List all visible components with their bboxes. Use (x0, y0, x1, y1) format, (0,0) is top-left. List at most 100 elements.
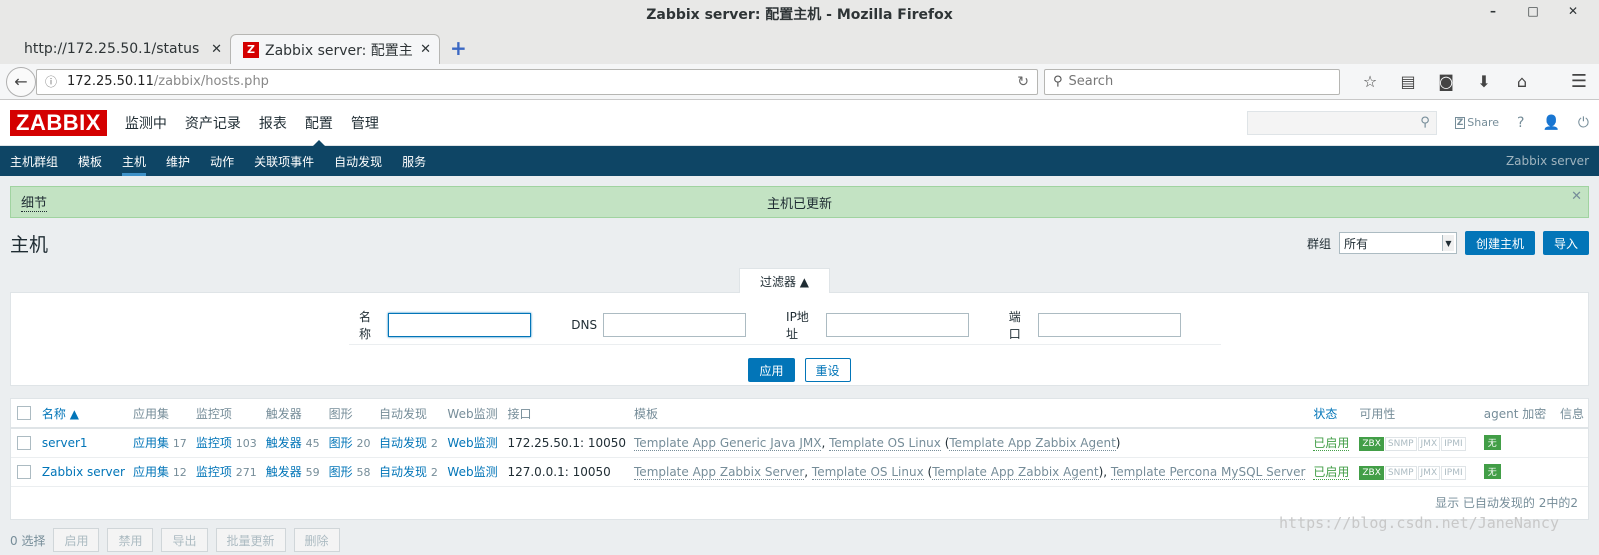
close-icon[interactable]: ✕ (1571, 189, 1582, 204)
back-button[interactable]: ← (6, 66, 36, 97)
reading-list-icon[interactable]: ▤ (1396, 72, 1420, 91)
filter-dns-input[interactable] (603, 312, 747, 337)
menu-configuration[interactable]: 配置 (305, 100, 333, 147)
row-checkbox[interactable] (17, 464, 31, 479)
applications-count: 17 (172, 437, 187, 451)
template-link[interactable]: Template App Zabbix Agent (932, 464, 1099, 480)
download-icon[interactable]: ⬇ (1472, 72, 1496, 91)
template-link[interactable]: Template App Zabbix Agent (949, 435, 1116, 451)
new-tab-button[interactable]: + (440, 36, 477, 64)
host-name-link[interactable]: Zabbix server (42, 465, 125, 479)
select-all-checkbox[interactable] (17, 406, 31, 421)
menu-icon[interactable]: ☰ (1571, 71, 1593, 92)
global-search-input[interactable]: ⚲ (1246, 110, 1437, 135)
template-link[interactable]: Template OS Linux (829, 435, 941, 451)
encryption-badge: 无 (1483, 435, 1501, 451)
tab-zabbix[interactable]: Z Zabbix server: 配置主... ✕ (230, 34, 440, 64)
group-label: 群组 (1306, 236, 1331, 251)
disable-button[interactable]: 禁用 (107, 528, 154, 552)
delete-button[interactable]: 删除 (293, 528, 340, 552)
filter-ip-input[interactable] (825, 312, 969, 337)
submenu-hosts[interactable]: 主机 (122, 146, 147, 176)
search-icon[interactable]: ⚲ (1420, 115, 1430, 130)
web-link[interactable]: Web监测 (447, 436, 497, 450)
close-icon[interactable]: ✕ (420, 42, 431, 57)
applications-count: 12 (172, 466, 187, 479)
items-link[interactable]: 监控项 (196, 436, 232, 450)
submenu-discovery[interactable]: 自动发现 (334, 146, 382, 176)
menu-inventory[interactable]: 资产记录 (185, 100, 241, 146)
create-host-button[interactable]: 创建主机 (1464, 231, 1535, 255)
web-link[interactable]: Web监测 (447, 465, 497, 479)
discovery-cell: 自动发现 2 (375, 428, 444, 458)
col-status[interactable]: 状态 (1309, 399, 1356, 429)
discovery-link[interactable]: 自动发现 (379, 465, 427, 479)
enable-button[interactable]: 启用 (53, 528, 100, 552)
window-close-button[interactable]: ✕ (1561, 4, 1585, 18)
maximize-button[interactable]: □ (1521, 4, 1545, 18)
share-link[interactable]: Z Share (1454, 116, 1499, 129)
row-checkbox[interactable] (17, 436, 31, 450)
tab-status[interactable]: http://172.25.50.1/status ✕ (12, 34, 230, 64)
navigation-bar: ← ⓘ 172.25.50.11/zabbix/hosts.php ↻ ⚲ Se… (0, 64, 1599, 100)
graphs-link[interactable]: 图形 (329, 465, 353, 479)
menu-reports[interactable]: 报表 (259, 100, 287, 146)
import-button[interactable]: 导入 (1542, 231, 1589, 255)
col-applications: 应用集 (128, 399, 192, 429)
host-name-link[interactable]: server1 (42, 436, 88, 450)
minimize-button[interactable]: – (1481, 4, 1505, 18)
table-header-row: 名称 ▲ 应用集 监控项 触发器 图形 自动发现 Web监测 接口 模板 状态 … (11, 399, 1588, 429)
search-icon: ⚲ (1053, 74, 1063, 89)
bookmark-star-icon[interactable]: ☆ (1358, 72, 1382, 91)
graphs-link[interactable]: 图形 (329, 436, 353, 450)
apply-button[interactable]: 应用 (748, 358, 795, 382)
submenu-actions[interactable]: 动作 (210, 146, 234, 176)
submenu-templates[interactable]: 模板 (78, 146, 102, 176)
items-cell: 监控项 103 (191, 428, 262, 458)
filter-port-label: 端口 (1008, 309, 1021, 341)
filter-port-input[interactable] (1038, 312, 1182, 337)
filter-panel: 名称 DNS IP地址 端口 应用 重设 (10, 292, 1589, 386)
template-link[interactable]: Template App Generic Java JMX (634, 435, 822, 451)
submenu-host-groups[interactable]: 主机群组 (10, 146, 58, 176)
search-input[interactable]: ⚲ Search (1044, 68, 1340, 95)
jmx-badge: JMX (1417, 436, 1441, 451)
pocket-icon[interactable]: ◙ (1434, 72, 1458, 91)
col-name[interactable]: 名称 ▲ (37, 399, 129, 429)
filter-toggle-tab[interactable]: 过滤器 ▲ (739, 268, 830, 293)
reload-icon[interactable]: ↻ (1017, 74, 1029, 90)
menu-monitoring[interactable]: 监测中 (125, 100, 167, 146)
logout-icon[interactable]: ⏻ (1578, 115, 1589, 131)
status-link[interactable]: 已启用 (1313, 436, 1350, 452)
menu-administration[interactable]: 管理 (351, 100, 379, 146)
submenu-services[interactable]: 服务 (402, 146, 426, 176)
triggers-link[interactable]: 触发器 (266, 465, 302, 479)
sub-menu: 主机群组 模板 主机 维护 动作 关联项事件 自动发现 服务 Zabbix se… (0, 146, 1599, 176)
export-button[interactable]: 导出 (161, 528, 208, 552)
submenu-correlation[interactable]: 关联项事件 (254, 146, 314, 176)
reset-button[interactable]: 重设 (804, 358, 851, 382)
zabbix-logo[interactable]: ZABBIX (10, 109, 107, 136)
info-icon[interactable]: ⓘ (45, 73, 57, 90)
applications-link[interactable]: 应用集 (133, 436, 169, 450)
user-profile-icon[interactable]: 👤 (1542, 115, 1559, 131)
help-icon[interactable]: ? (1517, 115, 1524, 131)
template-link[interactable]: Template Percona MySQL Server (1110, 464, 1306, 480)
discovery-count: 2 (430, 466, 438, 479)
template-link[interactable]: Template App Zabbix Server (634, 464, 805, 480)
window-controls: – □ ✕ (1481, 4, 1585, 18)
applications-link[interactable]: 应用集 (133, 465, 169, 479)
home-icon[interactable]: ⌂ (1510, 72, 1534, 91)
submenu-maintenance[interactable]: 维护 (166, 146, 190, 176)
status-link[interactable]: 已启用 (1313, 465, 1350, 480)
discovery-link[interactable]: 自动发现 (379, 436, 427, 450)
filter-name-input[interactable] (388, 312, 532, 337)
mass-update-button[interactable]: 批量更新 (215, 528, 286, 552)
triggers-link[interactable]: 触发器 (266, 436, 302, 450)
group-select[interactable]: 所有 ▼ (1338, 232, 1457, 254)
details-link[interactable]: 细节 (21, 192, 48, 212)
template-link[interactable]: Template OS Linux (811, 464, 924, 480)
close-icon[interactable]: ✕ (211, 42, 222, 57)
items-link[interactable]: 监控项 (196, 465, 232, 479)
url-bar[interactable]: ⓘ 172.25.50.11/zabbix/hosts.php ↻ (36, 68, 1038, 95)
